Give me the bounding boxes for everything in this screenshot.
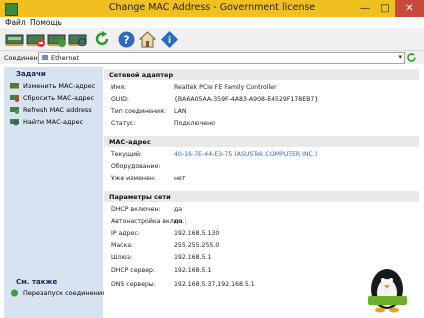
field-value: нет: [174, 175, 186, 182]
field-label: GUID:: [111, 96, 129, 103]
svg-text:?: ?: [123, 34, 129, 47]
field-value: 192.168.5.1: [174, 267, 212, 274]
sidebar-item-label: Найти MAC-адрес: [23, 118, 84, 126]
see-also-header: См. также: [16, 278, 58, 286]
refresh-mac-icon: [10, 107, 19, 114]
sidebar-item-label: Refresh MAC address: [23, 106, 92, 114]
menu-bar: Файл Помощь: [0, 17, 424, 28]
section-adapter: Сетевой адаптер: [104, 69, 419, 80]
field-label: Тип соединения:: [111, 108, 166, 115]
field-label: Шлюз:: [111, 254, 133, 261]
section-mac: MAC-адрес: [104, 136, 419, 147]
svg-text:i: i: [168, 36, 171, 46]
change-mac-icon[interactable]: [5, 31, 25, 48]
menu-file[interactable]: Файл: [5, 18, 26, 27]
field-value: 192.168.5.130: [174, 230, 220, 237]
help-icon[interactable]: ?: [118, 31, 135, 48]
sidebar: Задачи Изменить MAC-адрес Сбросить MAC-а…: [4, 67, 107, 318]
chevron-down-icon[interactable]: ▾: [398, 53, 402, 61]
sidebar-item-label: Изменить MAC-адрес: [23, 82, 96, 90]
sidebar-item-label: Перезапуск соединения: [23, 289, 107, 297]
change-mac-icon: [10, 83, 19, 89]
field-label: Маска:: [111, 242, 134, 249]
penguin-watermark-icon: [368, 269, 407, 313]
field-value: {BA6A05AA-359F-4A83-A908-E4529F178EB7}: [174, 96, 319, 103]
field-label: DHCP включен:: [111, 206, 161, 213]
field-value: 192.168.5.37,192.168.5.1: [174, 281, 255, 288]
info-icon[interactable]: i: [161, 31, 178, 48]
tasks-header: Задачи: [16, 70, 46, 78]
connection-select[interactable]: Ethernet ▾: [38, 52, 405, 64]
field-label: Имя:: [111, 84, 127, 91]
section-network: Параметры сети: [104, 191, 419, 202]
reset-mac-icon: [10, 95, 19, 102]
field-value: Realtek PCIe FE Family Controller: [174, 84, 277, 91]
refresh-connections-icon[interactable]: [407, 53, 417, 62]
connection-bar: Соединение: Ethernet ▾: [0, 51, 424, 64]
menu-help[interactable]: Помощь: [30, 18, 62, 27]
current-mac-link[interactable]: 40-16-7E-44-E3-75 (ASUSTek COMPUTER INC.…: [174, 151, 317, 158]
field-label: Статус:: [111, 120, 136, 127]
minimize-button[interactable]: —: [355, 0, 375, 17]
section-title: Сетевой адаптер: [109, 71, 174, 79]
restart-connection-icon: [11, 289, 18, 297]
field-label: DHCP сервер:: [111, 267, 156, 274]
find-mac-icon[interactable]: [68, 31, 88, 48]
section-title: Параметры сети: [109, 193, 171, 201]
connection-value: Ethernet: [51, 54, 79, 62]
section-title: MAC-адрес: [109, 138, 151, 146]
refresh-mac-icon[interactable]: [47, 31, 67, 48]
field-value: LAN: [174, 108, 187, 115]
toolbar: ? i: [0, 28, 424, 51]
field-label: Текущий:: [111, 151, 142, 158]
reset-mac-icon[interactable]: [26, 31, 46, 48]
close-button[interactable]: ✕: [395, 0, 424, 17]
field-value: да: [174, 206, 183, 213]
field-value: да: [174, 218, 183, 225]
find-mac-icon: [10, 119, 19, 126]
maximize-button[interactable]: □: [375, 0, 395, 17]
field-label: DNS серверы:: [111, 281, 156, 288]
field-value: Подключено: [174, 120, 215, 127]
network-icon: [42, 55, 48, 60]
title-bar: Change MAC Address - Government license …: [0, 0, 424, 17]
home-icon[interactable]: [139, 31, 156, 48]
field-label: Оборудование:: [111, 163, 161, 170]
sidebar-item-label: Сбросить MAC-адрес: [23, 94, 95, 102]
field-label: IP адрес:: [111, 230, 140, 237]
refresh-icon[interactable]: [94, 31, 111, 48]
field-value: 255.255.255.0: [174, 242, 220, 249]
field-value: 192.168.5.1: [174, 254, 212, 261]
field-label: Уже изменен:: [111, 175, 156, 182]
